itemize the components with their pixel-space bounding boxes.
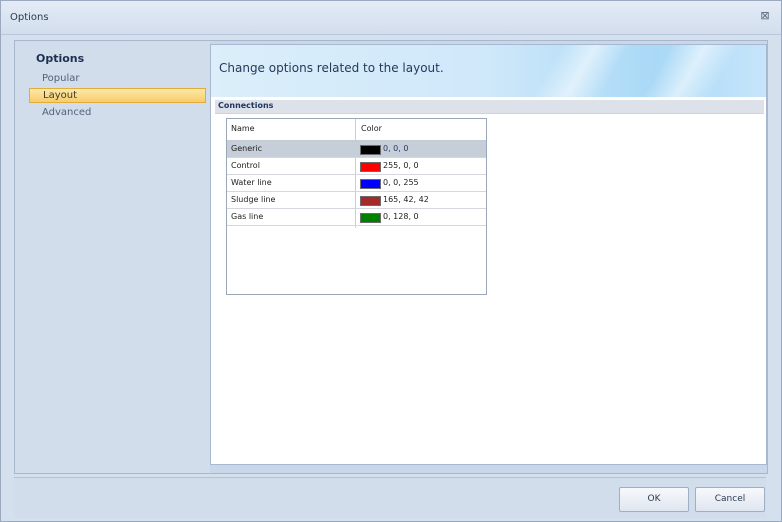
grid-row-water-line[interactable]: Water line 0, 0, 255 <box>227 175 486 192</box>
grid-row-generic[interactable]: Generic 0, 0, 0 <box>227 141 486 158</box>
nav-item-advanced[interactable]: Advanced <box>29 105 206 120</box>
ok-button[interactable]: OK <box>619 487 689 512</box>
grid-row-control[interactable]: Control 255, 0, 0 <box>227 158 486 175</box>
row-name: Gas line <box>231 212 264 221</box>
grid-row-gas-line[interactable]: Gas line 0, 128, 0 <box>227 209 486 226</box>
color-cell[interactable]: 255, 0, 0 <box>356 158 486 174</box>
connections-section-header: Connections <box>215 100 764 114</box>
color-swatch <box>360 213 381 223</box>
nav-item-popular[interactable]: Popular <box>29 71 206 86</box>
grid-header: Name Color <box>227 119 486 141</box>
row-name: Control <box>231 161 260 170</box>
color-cell[interactable]: 0, 0, 255 <box>356 175 486 191</box>
color-cell[interactable]: 0, 128, 0 <box>356 209 486 225</box>
column-header-color[interactable]: Color <box>361 124 382 133</box>
color-swatch <box>360 196 381 206</box>
color-cell[interactable]: 165, 42, 42 <box>356 192 486 208</box>
dialog-content: Options Popular Layout Advanced Change o… <box>14 40 768 474</box>
color-value: 255, 0, 0 <box>383 161 419 170</box>
layout-options-panel: Change options related to the layout. Co… <box>210 44 767 465</box>
window-title: Options <box>10 12 49 23</box>
panel-header: Change options related to the layout. <box>211 45 766 97</box>
color-swatch <box>360 179 381 189</box>
color-value: 0, 128, 0 <box>383 212 419 221</box>
options-dialog: Options ⊠ Options Popular Layout Advance… <box>0 0 782 522</box>
options-nav: Options Popular Layout Advanced <box>15 41 210 473</box>
connections-grid[interactable]: Name Color Generic 0, 0, 0 Control 255, … <box>226 118 487 295</box>
cancel-button[interactable]: Cancel <box>695 487 765 512</box>
color-value: 165, 42, 42 <box>383 195 429 204</box>
row-name: Generic <box>231 144 263 153</box>
row-name: Sludge line <box>231 195 276 204</box>
grid-row-sludge-line[interactable]: Sludge line 165, 42, 42 <box>227 192 486 209</box>
color-swatch <box>360 162 381 172</box>
color-value: 0, 0, 0 <box>383 144 409 153</box>
nav-item-layout[interactable]: Layout <box>29 88 206 103</box>
title-bar: Options ⊠ <box>1 1 781 35</box>
row-name: Water line <box>231 178 272 187</box>
color-cell[interactable]: 0, 0, 0 <box>356 141 486 157</box>
color-value: 0, 0, 255 <box>383 178 419 187</box>
color-swatch <box>360 145 381 155</box>
close-icon[interactable]: ⊠ <box>758 9 772 23</box>
column-header-name[interactable]: Name <box>231 124 255 133</box>
nav-title: Options <box>36 52 85 65</box>
panel-heading: Change options related to the layout. <box>219 61 444 75</box>
section-label: Connections <box>218 101 274 110</box>
dialog-footer: OK Cancel <box>14 477 766 518</box>
